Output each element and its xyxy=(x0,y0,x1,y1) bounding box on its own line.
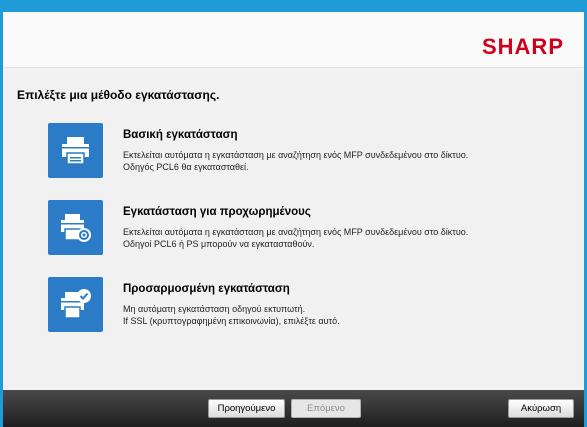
window-titlebar[interactable] xyxy=(0,0,587,12)
sharp-logo: SHARP xyxy=(481,34,564,59)
printer-gear-icon[interactable] xyxy=(48,200,103,255)
option-title[interactable]: Εγκατάσταση για προχωρημένους xyxy=(123,206,311,218)
option-description: Εκτελείται αυτόματα η εγκατάσταση με ανα… xyxy=(123,227,469,249)
option-description: Εκτελείται αυτόματα η εγκατάσταση με ανα… xyxy=(123,150,469,172)
printer-check-icon[interactable] xyxy=(48,277,103,332)
header-banner: SHARP xyxy=(3,12,584,68)
option-title[interactable]: Βασική εγκατάσταση xyxy=(123,129,238,141)
option-custom-install[interactable]: Προσαρμοσμένη εγκατάσταση Μη αυτόματη εγ… xyxy=(48,277,568,337)
option-basic-install[interactable]: Βασική εγκατάσταση Εκτελείται αυτόματα η… xyxy=(48,123,568,183)
install-method-panel: Επιλέξτε μια μέθοδο εγκατάστασης. Βασική… xyxy=(3,68,584,390)
back-button[interactable]: Προηγούμενο xyxy=(208,399,285,418)
cancel-button[interactable]: Ακύρωση xyxy=(508,399,574,418)
installer-window: SHARP Επιλέξτε μια μέθοδο εγκατάστασης. … xyxy=(3,12,584,427)
page-title: Επιλέξτε μια μέθοδο εγκατάστασης. xyxy=(17,88,220,102)
printer-icon[interactable] xyxy=(48,123,103,178)
next-button[interactable]: Επόμενο xyxy=(291,399,361,418)
option-advanced-install[interactable]: Εγκατάσταση για προχωρημένους Εκτελείται… xyxy=(48,200,568,260)
footer-bar: Προηγούμενο Επόμενο Ακύρωση xyxy=(3,390,584,427)
option-title[interactable]: Προσαρμοσμένη εγκατάσταση xyxy=(123,283,290,295)
option-description: Μη αυτόματη εγκατάσταση οδηγού εκτυπωτή.… xyxy=(123,304,340,326)
